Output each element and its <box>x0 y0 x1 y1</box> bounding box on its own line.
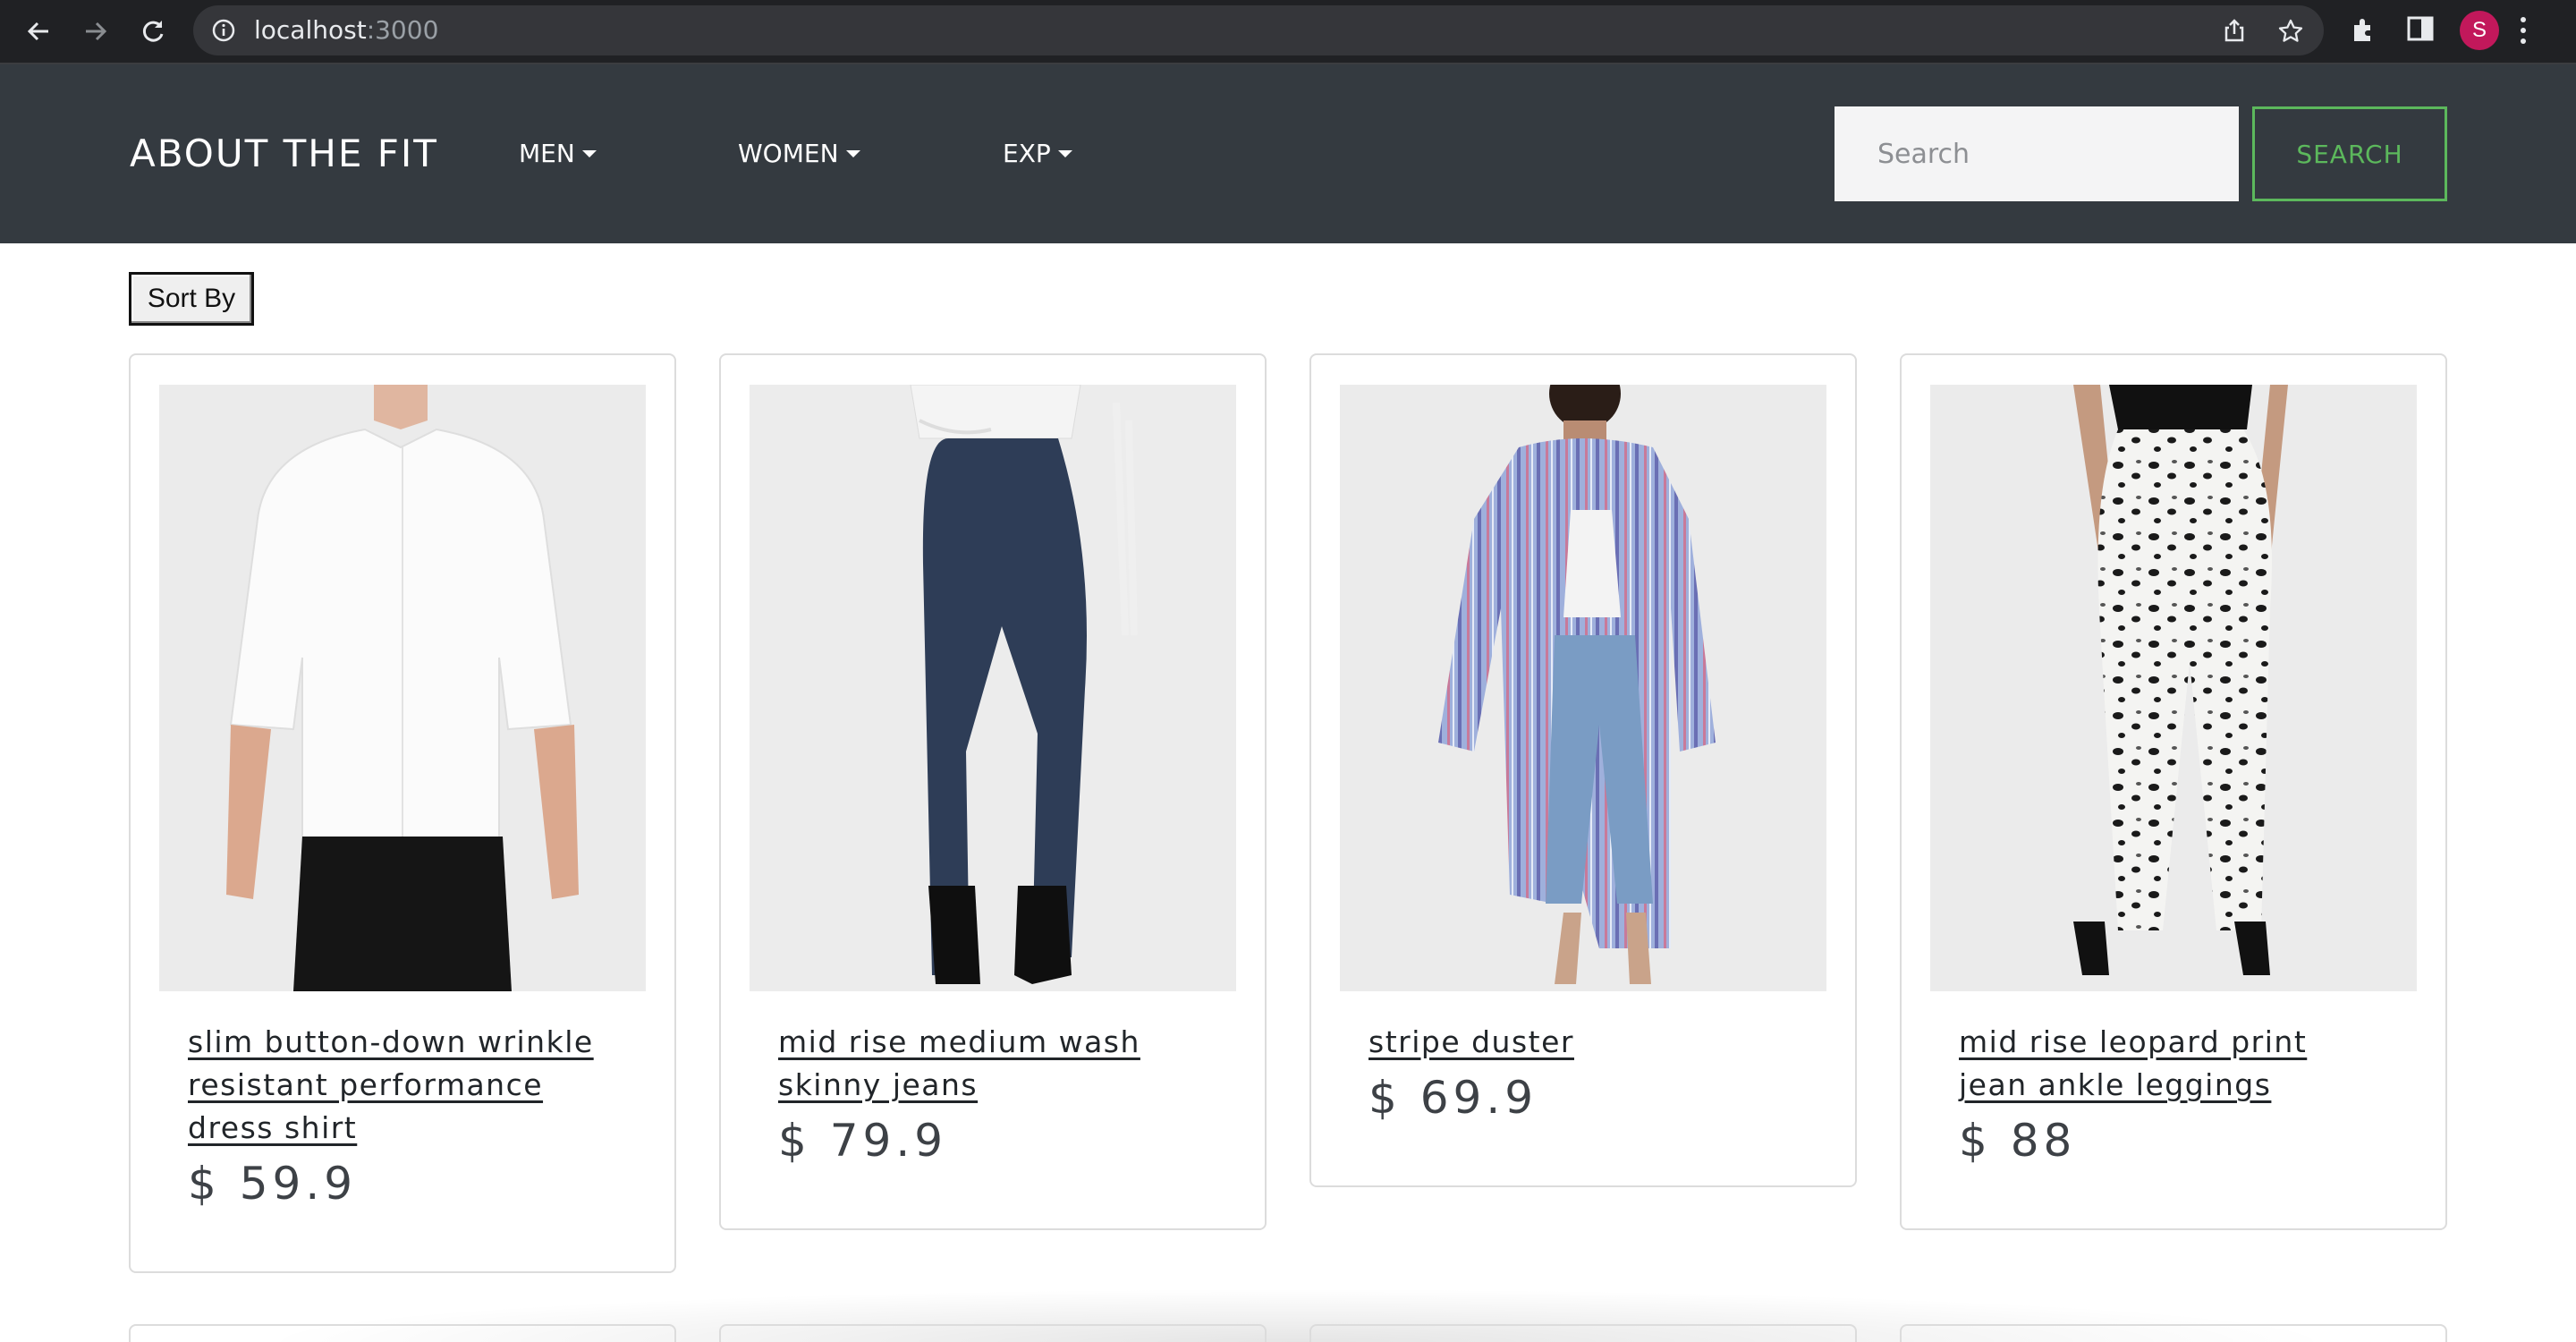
profile-avatar[interactable]: S <box>2460 11 2499 50</box>
browser-toolbar: localhost:3000 S <box>0 0 2576 64</box>
product-card[interactable] <box>719 1324 1267 1342</box>
nav-menu-label: MEN <box>519 139 575 168</box>
nav-menu-men[interactable]: MEN <box>519 136 597 172</box>
product-price: $ 79.9 <box>778 1115 948 1167</box>
site-navbar: ABOUT THE FIT MEN WOMEN EXP SEARCH <box>0 64 2576 243</box>
search-button[interactable]: SEARCH <box>2252 106 2447 201</box>
info-icon[interactable] <box>211 18 236 47</box>
product-card[interactable]: stripe duster $ 69.9 <box>1309 353 1857 1187</box>
caret-down-icon <box>581 150 597 157</box>
product-title-link[interactable]: mid rise medium wash skinny jeans <box>778 1021 1199 1107</box>
product-card[interactable] <box>1309 1324 1857 1342</box>
product-image[interactable] <box>750 385 1236 991</box>
product-card[interactable]: mid rise medium wash skinny jeans $ 79.9 <box>719 353 1267 1230</box>
url-port: :3000 <box>366 15 439 45</box>
nav-menu-exp[interactable]: EXP <box>1003 136 1072 172</box>
product-title-link[interactable]: slim button-down wrinkle resistant perfo… <box>188 1021 608 1150</box>
caret-down-icon <box>845 150 860 157</box>
product-title-link[interactable]: stripe duster <box>1368 1021 1789 1064</box>
product-card[interactable]: slim button-down wrinkle resistant perfo… <box>129 353 676 1273</box>
nav-menu-women[interactable]: WOMEN <box>738 136 860 172</box>
product-card[interactable] <box>129 1324 676 1342</box>
product-price: $ 88 <box>1959 1115 2077 1167</box>
product-image[interactable] <box>1340 385 1826 991</box>
forward-icon[interactable] <box>77 13 114 50</box>
sort-by-button[interactable]: Sort By <box>129 272 254 326</box>
address-bar[interactable]: localhost:3000 <box>193 5 2324 55</box>
reload-icon[interactable] <box>134 13 172 50</box>
product-price: $ 69.9 <box>1368 1072 1538 1124</box>
caret-down-icon <box>1057 150 1072 157</box>
extensions-icon[interactable] <box>2349 14 2379 48</box>
product-price: $ 59.9 <box>188 1158 358 1210</box>
search-input[interactable] <box>1835 106 2239 201</box>
product-card[interactable] <box>1900 1324 2447 1342</box>
nav-menu-label: WOMEN <box>738 139 839 168</box>
address-url: localhost:3000 <box>254 14 438 47</box>
brand-logo[interactable]: ABOUT THE FIT <box>130 129 438 179</box>
share-icon[interactable] <box>2222 18 2247 47</box>
product-image[interactable] <box>1930 385 2417 991</box>
url-host: localhost <box>254 15 367 45</box>
star-icon[interactable] <box>2277 18 2304 48</box>
product-title-link[interactable]: mid rise leopard print jean ankle leggin… <box>1959 1021 2379 1107</box>
product-card[interactable]: mid rise leopard print jean ankle leggin… <box>1900 353 2447 1230</box>
menu-icon[interactable] <box>2517 14 2529 50</box>
side-panel-icon[interactable] <box>2406 14 2435 47</box>
nav-menu-label: EXP <box>1003 139 1051 168</box>
product-image[interactable] <box>159 385 646 991</box>
back-icon[interactable] <box>20 13 57 50</box>
